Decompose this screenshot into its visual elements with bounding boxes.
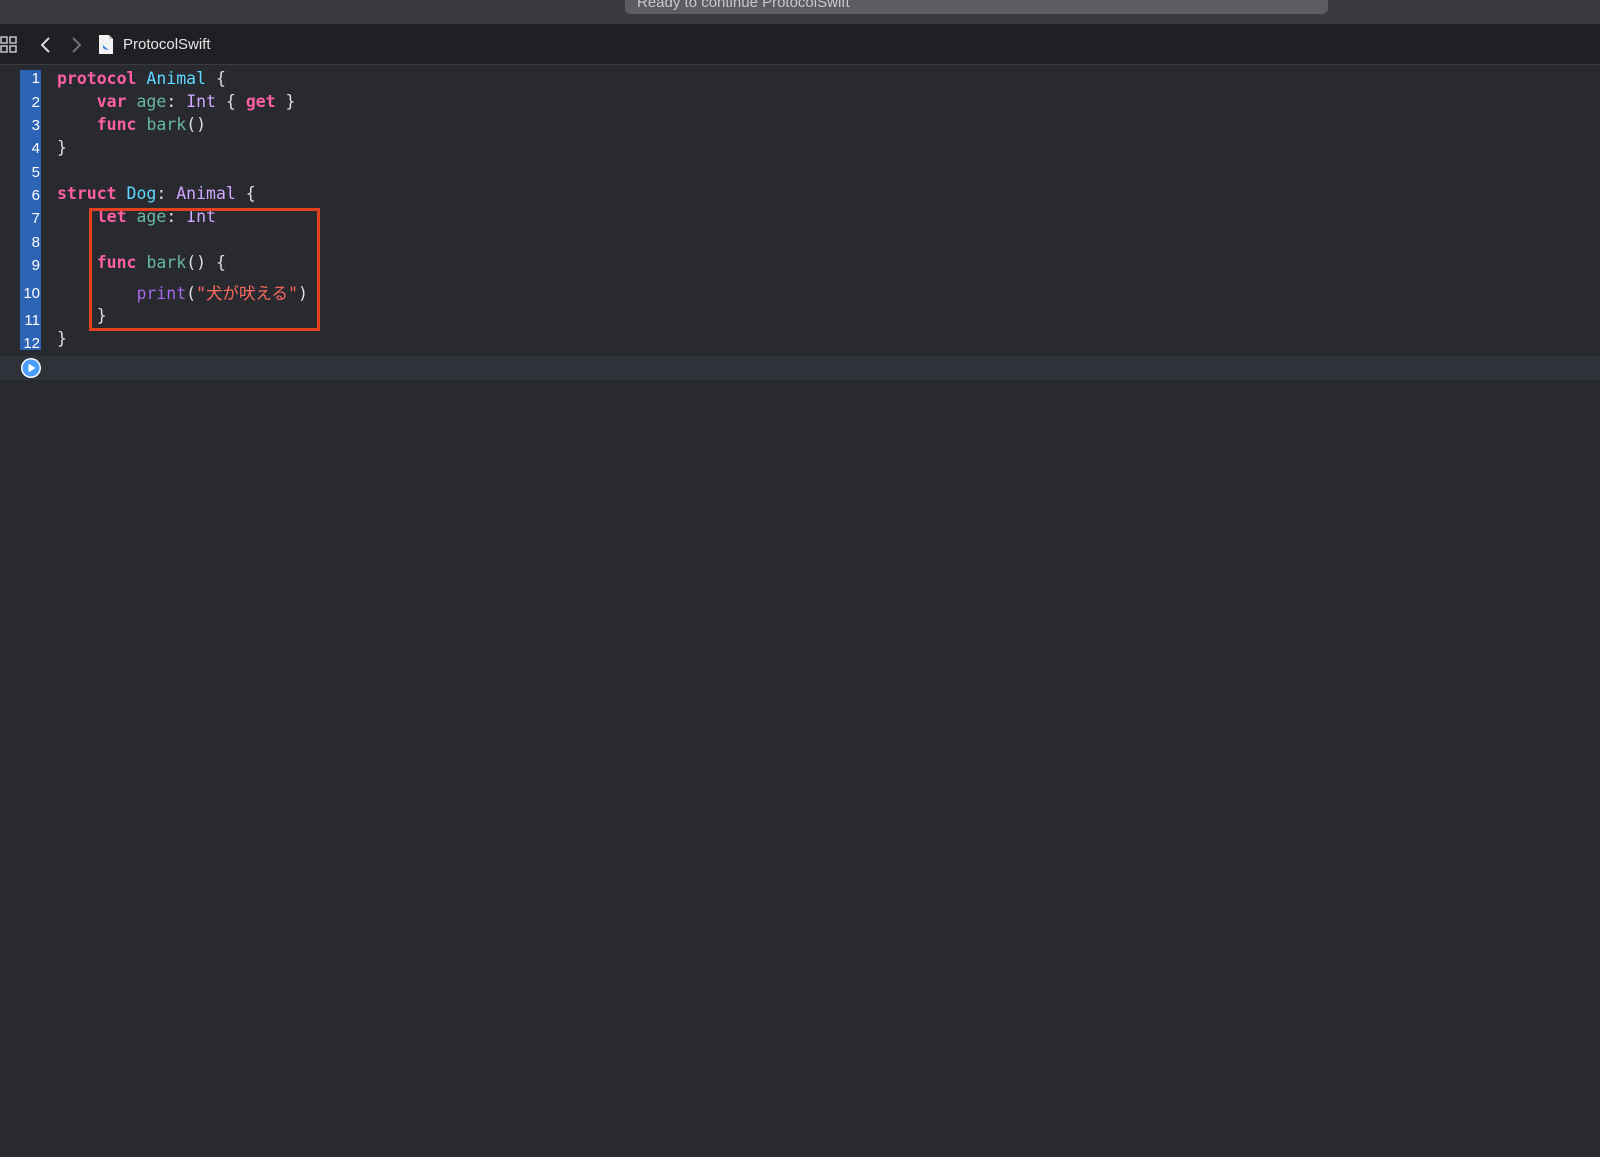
code-token: Animal: [176, 184, 236, 203]
line-number: 12: [23, 335, 40, 352]
grid-icon[interactable]: [0, 35, 20, 55]
line-number: 4: [31, 140, 40, 157]
code-token: :: [156, 184, 177, 203]
code-line: }: [57, 138, 67, 158]
code-token: {: [216, 92, 246, 111]
code-token: }: [57, 138, 67, 157]
line-number: 6: [31, 187, 40, 204]
code-line: protocol Animal {: [57, 69, 226, 89]
file-name-label[interactable]: ProtocolSwift: [123, 36, 211, 54]
run-playground-icon[interactable]: [20, 357, 42, 379]
code-token: {: [206, 69, 226, 88]
forward-icon[interactable]: [66, 35, 86, 55]
code-token: Int: [186, 92, 216, 111]
line-number: 7: [31, 210, 40, 227]
code-token: :: [166, 92, 187, 111]
window-titlebar: Ready to continue ProtocolSwift: [0, 0, 1600, 25]
swift-file-icon: [99, 35, 113, 54]
line-number: 10: [23, 285, 40, 302]
code-token: func: [96, 115, 137, 134]
annotation-highlight-box: [89, 208, 320, 331]
line-number: 5: [31, 164, 40, 181]
code-line: func bark(): [57, 115, 206, 135]
code-line: struct Dog: Animal {: [57, 184, 256, 204]
jump-bar: ProtocolSwift: [0, 25, 1600, 65]
code-token: {: [235, 184, 256, 203]
line-number: 1: [31, 70, 40, 87]
code-token: struct: [57, 184, 117, 203]
code-token: bark: [146, 115, 187, 134]
code-token: Animal: [146, 69, 207, 88]
back-icon[interactable]: [36, 35, 56, 55]
code-token: get: [245, 92, 276, 111]
activity-status: Ready to continue ProtocolSwift: [625, 0, 1328, 14]
line-number: 2: [31, 94, 40, 111]
code-token: }: [57, 329, 67, 348]
code-line: var age: Int { get }: [57, 92, 296, 112]
current-line-highlight: [0, 356, 1600, 380]
code-token: age: [136, 92, 167, 111]
code-line: }: [57, 329, 67, 349]
code-token: Dog: [126, 184, 157, 203]
line-number: 3: [31, 117, 40, 134]
code-token: (): [186, 115, 207, 134]
code-token: var: [96, 92, 127, 111]
line-number: 9: [31, 257, 40, 274]
code-token: }: [275, 92, 296, 111]
code-token: protocol: [57, 69, 137, 88]
line-number: 8: [31, 234, 40, 251]
line-number: 11: [24, 312, 40, 329]
